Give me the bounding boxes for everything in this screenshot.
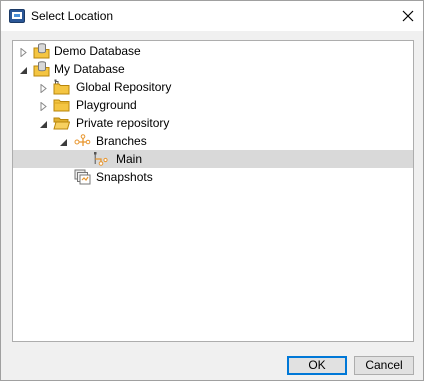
tree-item-label: Main <box>116 152 143 166</box>
ok-button[interactable]: OK <box>287 356 347 375</box>
expand-collapsed-icon[interactable] <box>39 82 48 94</box>
expand-expanded-icon[interactable] <box>39 118 48 128</box>
folder-icon <box>53 97 70 113</box>
tree-item-snapshots[interactable]: Snapshots <box>13 168 413 186</box>
app-icon <box>9 9 25 23</box>
tree-item-label: Snapshots <box>96 170 153 184</box>
close-icon[interactable] <box>393 1 423 31</box>
tree-item-global-repository[interactable]: Global Repository <box>13 78 413 96</box>
title-bar: Select Location <box>1 1 423 31</box>
tree-item-label: My Database <box>54 62 125 76</box>
location-tree[interactable]: Demo Database My Database Global Reposit… <box>12 40 414 342</box>
repository-folder-icon <box>53 79 70 95</box>
select-location-dialog: Select Location Demo Database My Databas… <box>0 0 424 381</box>
tree-item-label: Global Repository <box>76 80 172 94</box>
snapshots-icon <box>74 169 91 185</box>
tree-item-private-repository[interactable]: Private repository <box>13 114 413 132</box>
expand-expanded-icon[interactable] <box>59 136 68 146</box>
tree-item-label: Private repository <box>76 116 170 130</box>
cancel-button[interactable]: Cancel <box>354 356 414 375</box>
tree-item-my-database[interactable]: My Database <box>13 60 413 78</box>
window-title: Select Location <box>31 9 114 23</box>
tree-item-main[interactable]: Main <box>13 150 413 168</box>
branch-icon <box>93 151 110 167</box>
database-folder-icon <box>33 61 50 77</box>
database-folder-icon <box>33 43 50 59</box>
branches-icon <box>74 133 91 149</box>
tree-item-demo-database[interactable]: Demo Database <box>13 42 413 60</box>
expand-collapsed-icon[interactable] <box>19 46 28 58</box>
tree-item-label: Playground <box>76 98 137 112</box>
tree-item-label: Demo Database <box>54 44 141 58</box>
expand-collapsed-icon[interactable] <box>39 100 48 112</box>
tree-item-label: Branches <box>96 134 147 148</box>
expand-expanded-icon[interactable] <box>19 64 28 74</box>
tree-item-branches[interactable]: Branches <box>13 132 413 150</box>
tree-item-playground[interactable]: Playground <box>13 96 413 114</box>
open-folder-icon <box>53 115 71 131</box>
